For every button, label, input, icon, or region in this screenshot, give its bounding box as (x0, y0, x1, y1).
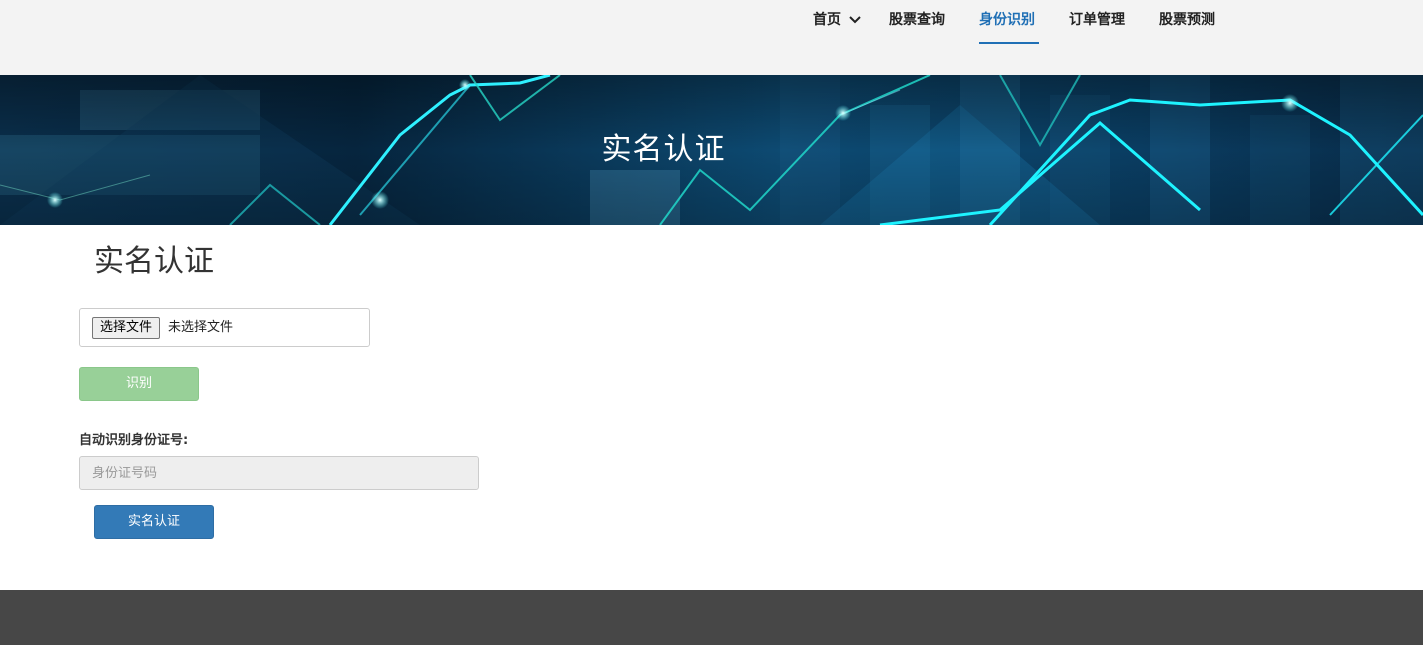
choose-file-button[interactable]: 选择文件 (92, 317, 161, 339)
nav-item-label: 首页 (813, 12, 841, 28)
chevron-down-icon (849, 10, 861, 30)
active-tab-indicator (979, 42, 1039, 44)
nav-item-stock-query[interactable]: 股票查询 (889, 10, 945, 30)
file-upload-field[interactable]: 选择文件 未选择文件 (79, 308, 370, 347)
verify-button[interactable]: 实名认证 (94, 505, 214, 539)
nav-item-identity[interactable]: 身份识别 (979, 10, 1035, 30)
footer (0, 590, 1423, 645)
id-number-input[interactable] (79, 456, 479, 490)
nav-item-label: 股票预测 (1159, 12, 1215, 28)
page-title: 实名认证 (94, 244, 214, 279)
recognize-button[interactable]: 识别 (79, 367, 199, 401)
hero-banner: 实名认证 (0, 75, 1423, 225)
id-number-label: 自动识别身份证号: (79, 433, 189, 448)
top-navbar: 首页 股票查询 身份识别 订单管理 股票预测 (0, 0, 1423, 75)
banner-title: 实名认证 (601, 132, 726, 167)
nav-item-label: 订单管理 (1069, 12, 1125, 28)
nav-item-home[interactable]: 首页 (813, 10, 861, 30)
nav-item-prediction[interactable]: 股票预测 (1159, 10, 1215, 30)
nav-item-label: 股票查询 (889, 12, 945, 28)
nav-item-orders[interactable]: 订单管理 (1069, 10, 1125, 30)
file-status-text: 未选择文件 (168, 320, 234, 335)
nav-item-label: 身份识别 (979, 12, 1035, 28)
